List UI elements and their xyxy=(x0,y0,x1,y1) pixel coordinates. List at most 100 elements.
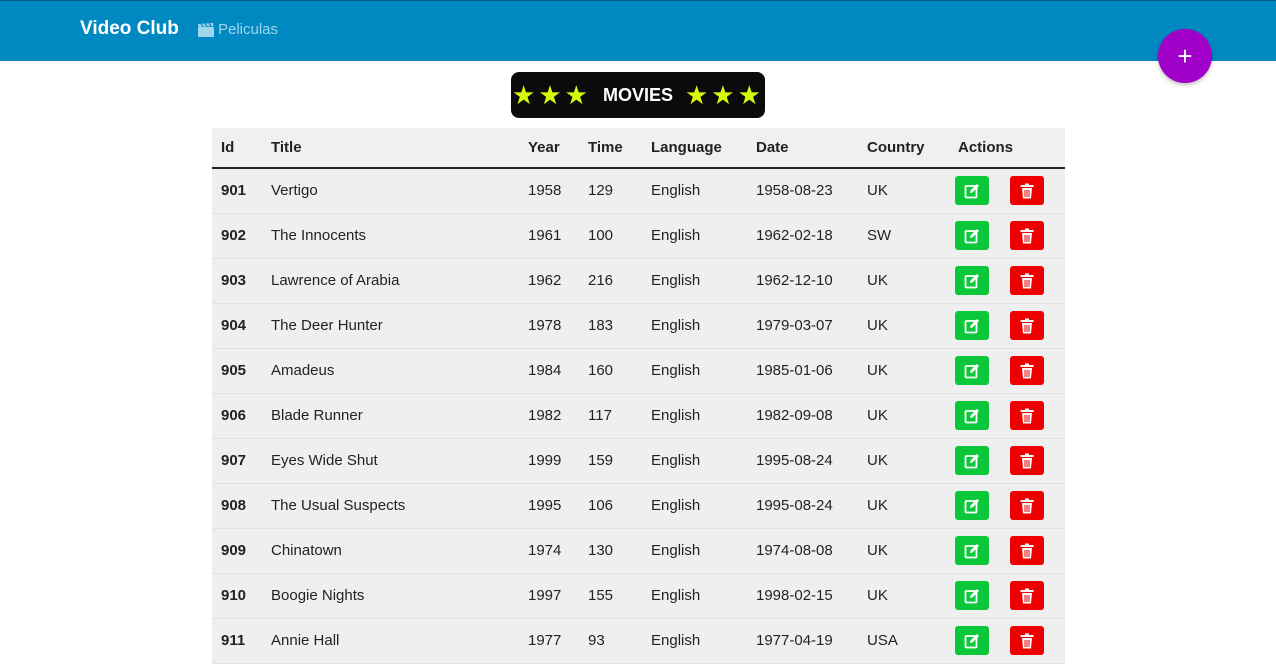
edit-button[interactable] xyxy=(955,401,989,430)
cell-actions xyxy=(949,528,1065,573)
delete-button[interactable] xyxy=(1010,491,1044,520)
cell-actions xyxy=(949,348,1065,393)
edit-icon xyxy=(964,363,980,379)
table-row: 907 Eyes Wide Shut 1999 159 English 1995-08-2… xyxy=(212,438,1065,483)
cell-actions xyxy=(949,258,1065,303)
cell-id: 902 xyxy=(221,227,247,244)
cell-language: English xyxy=(651,452,701,469)
cell-language: English xyxy=(651,182,701,200)
cell-time: 129 xyxy=(588,182,614,200)
cell-year: 1984 xyxy=(528,362,562,379)
trash-icon xyxy=(1020,318,1034,334)
edit-button[interactable] xyxy=(955,221,989,250)
column-header-time: Time xyxy=(588,139,623,156)
table-row: 902 The Innocents 1961 100 English 1962-02-18… xyxy=(212,213,1065,258)
cell-date: 1998-02-15 xyxy=(756,587,833,604)
delete-button[interactable] xyxy=(1010,401,1044,430)
table-row: 911 Annie Hall 1977 93 English 1977-04-19 USA xyxy=(212,618,1065,663)
nav-link-peliculas[interactable]: Peliculas xyxy=(198,21,278,38)
cell-time: 159 xyxy=(588,452,614,469)
cell-time: 216 xyxy=(588,272,614,289)
edit-icon xyxy=(964,318,980,334)
delete-button[interactable] xyxy=(1010,311,1044,340)
trash-icon xyxy=(1020,633,1034,649)
delete-button[interactable] xyxy=(1010,266,1044,295)
cell-title: Blade Runner xyxy=(271,407,363,424)
cell-id: 901 xyxy=(221,182,247,200)
cell-actions xyxy=(949,618,1065,663)
trash-icon xyxy=(1020,543,1034,559)
edit-button[interactable] xyxy=(955,176,989,206)
cell-title: Lawrence of Arabia xyxy=(271,272,400,289)
trash-icon xyxy=(1020,408,1034,424)
delete-button[interactable] xyxy=(1010,221,1044,250)
cell-time: 106 xyxy=(588,497,614,514)
cell-title: The Usual Suspects xyxy=(271,497,406,514)
edit-button[interactable] xyxy=(955,491,989,520)
delete-button[interactable] xyxy=(1010,536,1044,565)
cell-year: 1995 xyxy=(528,497,562,514)
star-icons-left: ★★★ xyxy=(512,80,591,110)
movies-banner: ★★★ MOVIES ★★★ xyxy=(511,72,765,118)
cell-time: 130 xyxy=(588,542,614,559)
cell-time: 183 xyxy=(588,317,614,334)
cell-date: 1985-01-06 xyxy=(756,362,833,379)
cell-date: 1979-03-07 xyxy=(756,317,833,334)
cell-time: 117 xyxy=(588,407,612,424)
table-row: 901 Vertigo 1958 129 English 1958-08-23 UK xyxy=(212,168,1065,213)
cell-id: 908 xyxy=(221,497,247,514)
cell-title: Eyes Wide Shut xyxy=(271,452,378,469)
delete-button[interactable] xyxy=(1010,446,1044,475)
add-movie-button[interactable]: + xyxy=(1158,29,1212,83)
cell-title: Amadeus xyxy=(271,362,335,379)
delete-button[interactable] xyxy=(1010,356,1044,385)
cell-year: 1958 xyxy=(528,182,562,200)
edit-button[interactable] xyxy=(955,266,989,295)
trash-icon xyxy=(1020,498,1034,514)
cell-language: English xyxy=(651,587,701,604)
delete-button[interactable] xyxy=(1010,176,1044,206)
cell-date: 1962-02-18 xyxy=(756,227,833,244)
edit-button[interactable] xyxy=(955,581,989,610)
cell-country: USA xyxy=(867,632,898,649)
edit-button[interactable] xyxy=(955,446,989,475)
delete-button[interactable] xyxy=(1010,581,1044,610)
cell-language: English xyxy=(651,362,701,379)
cell-title: Vertigo xyxy=(271,182,318,200)
edit-icon xyxy=(964,183,980,199)
cell-country: UK xyxy=(867,407,888,424)
edit-button[interactable] xyxy=(955,536,989,565)
cell-year: 1978 xyxy=(528,317,562,334)
table-row: 904 The Deer Hunter 1978 183 English 1979-03-… xyxy=(212,303,1065,348)
cell-actions xyxy=(949,483,1065,528)
cell-actions xyxy=(949,303,1065,348)
brand-title[interactable]: Video Club xyxy=(80,18,179,40)
cell-country: UK xyxy=(867,362,888,379)
cell-language: English xyxy=(651,227,701,244)
cell-country: UK xyxy=(867,587,888,604)
trash-icon xyxy=(1020,228,1034,244)
table-row: 906 Blade Runner 1982 117 English 1982-09-08 U… xyxy=(212,393,1065,438)
edit-icon xyxy=(964,498,980,514)
column-header-country: Country xyxy=(867,139,925,156)
navbar: Video Club Peliculas xyxy=(0,0,1276,61)
trash-icon xyxy=(1020,273,1034,289)
cell-country: SW xyxy=(867,227,892,244)
edit-button[interactable] xyxy=(955,626,989,655)
cell-year: 1977 xyxy=(528,632,562,649)
delete-button[interactable] xyxy=(1010,626,1044,655)
edit-button[interactable] xyxy=(955,356,989,385)
trash-icon xyxy=(1020,588,1034,604)
cell-year: 1974 xyxy=(528,542,562,559)
edit-icon xyxy=(964,543,980,559)
trash-icon xyxy=(1020,453,1034,469)
table-row: 908 The Usual Suspects 1995 106 English 1995-… xyxy=(212,483,1065,528)
cell-language: English xyxy=(651,632,701,649)
column-header-id: Id xyxy=(221,139,235,156)
column-header-title: Title xyxy=(271,139,302,156)
column-header-language: Language xyxy=(651,139,722,156)
edit-button[interactable] xyxy=(955,311,989,340)
film-icon xyxy=(198,22,214,37)
cell-country: UK xyxy=(867,497,888,514)
cell-date: 1977-04-19 xyxy=(756,632,833,649)
